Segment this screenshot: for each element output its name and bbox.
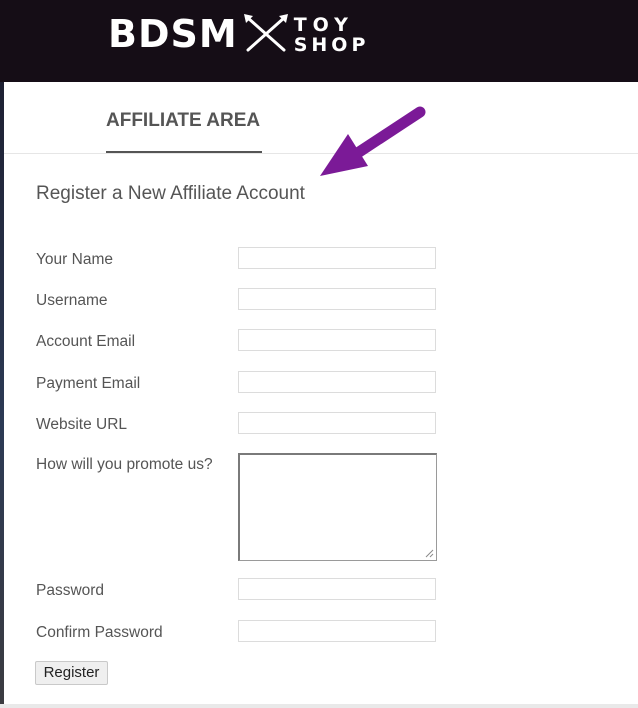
resize-grip-icon[interactable] <box>424 548 434 558</box>
label-payment-email: Payment Email <box>36 375 141 392</box>
promotion-method-textarea[interactable] <box>238 453 437 561</box>
crossed-whips-icon <box>243 14 288 52</box>
tab-affiliate-area[interactable]: AFFILIATE AREA <box>106 110 260 132</box>
arrow-pointer-icon <box>320 106 426 176</box>
label-account-email: Account Email <box>36 333 136 350</box>
label-your-name: Your Name <box>36 251 113 268</box>
page-footer-edge <box>0 704 638 708</box>
label-promotion-method: How will you promote us? <box>36 456 213 473</box>
username-input[interactable] <box>238 288 436 310</box>
password-input[interactable] <box>238 578 436 600</box>
site-logo[interactable]: BDSM TOY SHOP <box>108 12 369 56</box>
label-confirm-password: Confirm Password <box>36 624 163 641</box>
logo-sub-line2: SHOP <box>293 34 370 56</box>
site-header: BDSM TOY SHOP <box>0 0 638 82</box>
website-url-input[interactable] <box>238 412 436 434</box>
logo-sub-line1: TOY <box>293 14 354 36</box>
confirm-password-input[interactable] <box>238 620 436 642</box>
register-button[interactable]: Register <box>35 661 108 685</box>
payment-email-input[interactable] <box>238 371 436 393</box>
your-name-input[interactable] <box>238 247 436 269</box>
label-website-url: Website URL <box>36 416 128 433</box>
logo-sub-text: TOY SHOP <box>294 15 370 55</box>
label-username: Username <box>36 292 108 309</box>
form-heading: Register a New Affiliate Account <box>36 183 305 204</box>
account-email-input[interactable] <box>238 329 436 351</box>
label-password: Password <box>36 582 105 599</box>
tab-active-underline <box>106 151 262 153</box>
logo-main-text: BDSM <box>108 12 238 56</box>
